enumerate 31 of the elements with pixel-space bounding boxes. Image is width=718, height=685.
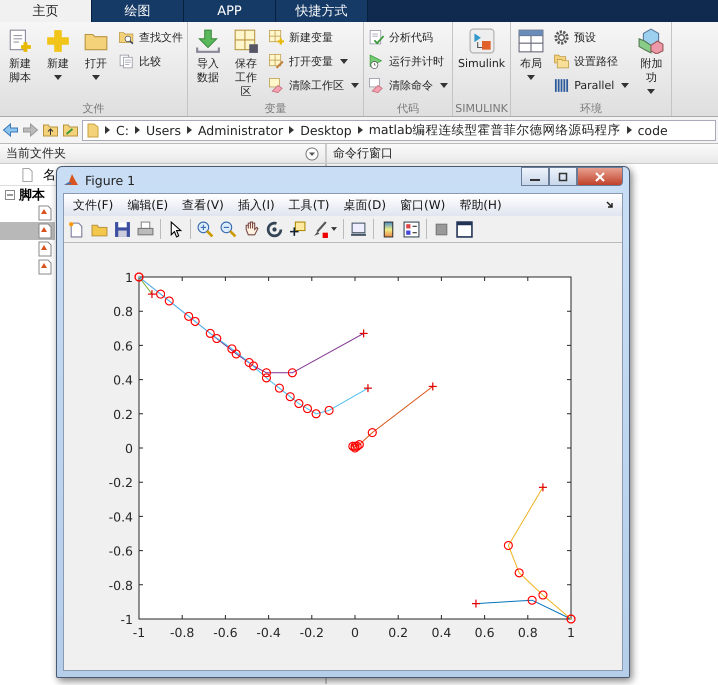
- panel-title: 当前文件夹: [6, 145, 66, 162]
- group-label: 文件: [82, 102, 106, 116]
- y-tick-label: 0.2: [113, 406, 133, 422]
- x-tick-label: 0.4: [431, 625, 452, 640]
- x-tick-label: 0.6: [474, 625, 495, 640]
- y-tick-label: 0.6: [113, 338, 133, 354]
- column-label: 名: [43, 166, 56, 184]
- x-tick-label: -0.8: [170, 625, 194, 640]
- y-tick-label: -1: [120, 612, 133, 627]
- y-tick-label: -0.4: [108, 509, 133, 524]
- y-tick-label: -0.6: [108, 544, 133, 559]
- y-tick-label: -0.2: [108, 475, 133, 490]
- x-tick-label: 0: [351, 625, 359, 640]
- x-tick-label: -0.4: [256, 625, 281, 640]
- x-tick-label: -0.6: [213, 625, 238, 640]
- y-tick-label: 1: [125, 270, 133, 285]
- group-label: 环境: [579, 102, 604, 116]
- y-tick-label: 0.4: [113, 372, 133, 388]
- group-label: SIMULINK: [455, 102, 508, 116]
- group-label: 变量: [264, 102, 288, 116]
- y-tick-label: 0.8: [113, 304, 133, 320]
- x-tick-label: -0.2: [300, 625, 324, 640]
- group-label: 代码: [396, 102, 420, 116]
- x-tick-label: 0.2: [388, 625, 408, 640]
- panel-title: 命令行窗口: [333, 145, 393, 162]
- y-tick-label: 0: [125, 441, 133, 456]
- window-title: Figure 1: [85, 172, 136, 188]
- x-tick-label: 1: [567, 625, 575, 640]
- y-tick-label: -0.8: [108, 578, 133, 593]
- x-tick-label: -1: [132, 625, 146, 640]
- x-tick-label: 0.8: [518, 625, 538, 640]
